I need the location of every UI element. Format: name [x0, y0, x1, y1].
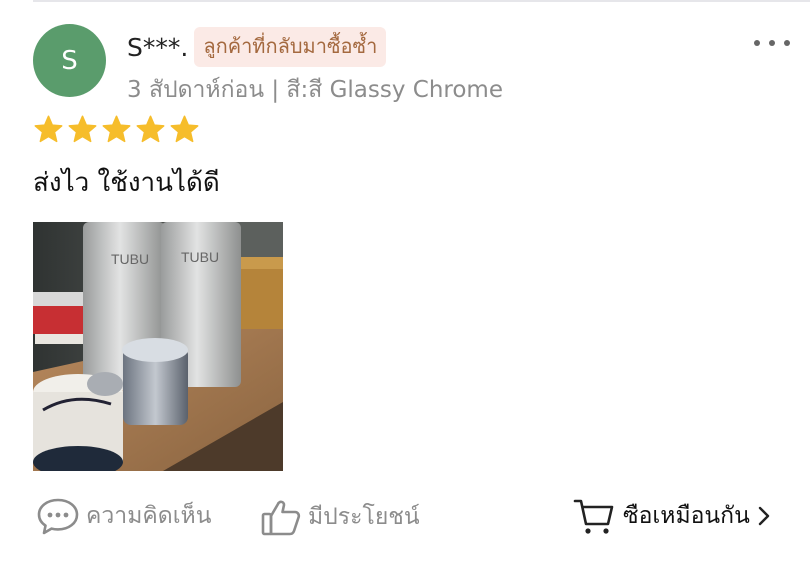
reviewer-header: S***. ลูกค้าที่กลับมาซื้อซ้ำ	[127, 27, 387, 67]
helpful-button[interactable]: มีประโยชน์	[260, 496, 420, 538]
more-dot	[769, 40, 775, 46]
comment-label: ความคิดเห็น	[86, 503, 212, 529]
chevron-right-icon	[758, 506, 769, 526]
review-photo-image: TUBU TUBU	[33, 222, 283, 471]
thumbs-up-icon	[261, 500, 301, 536]
comment-button[interactable]: ความคิดเห็น	[36, 496, 211, 536]
chat-bubble-icon	[37, 498, 79, 535]
reviewer-name: S***.	[127, 32, 189, 62]
buy-same-label: ซือเหมือนกัน	[623, 503, 750, 529]
star-icon	[136, 115, 165, 143]
more-horizontal-icon	[754, 40, 760, 46]
star-icon	[102, 115, 131, 143]
more-options-button[interactable]	[754, 33, 790, 53]
review-photo[interactable]: TUBU TUBU	[33, 222, 283, 471]
buy-same-button[interactable]: ซือเหมือนกัน	[573, 496, 770, 536]
bottle-label: TUBU	[111, 251, 149, 267]
avatar[interactable]: S	[33, 24, 106, 97]
star-icon	[34, 115, 63, 143]
repeat-customer-badge: ลูกค้าที่กลับมาซื้อซ้ำ	[194, 27, 387, 67]
avatar-letter: S	[61, 45, 78, 76]
more-dot	[784, 40, 790, 46]
star-rating	[33, 114, 200, 145]
review-text: ส่งไว ใช้งานได้ดี	[33, 168, 220, 198]
helpful-label: มีประโยชน์	[308, 504, 420, 530]
star-icon	[170, 115, 199, 143]
divider	[33, 0, 810, 2]
bottle-label: TUBU	[181, 249, 219, 265]
review-meta: 3 สัปดาห์ก่อน | สี:สี Glassy Chrome	[127, 77, 503, 103]
star-icon	[68, 115, 97, 143]
cart-icon	[573, 499, 614, 534]
